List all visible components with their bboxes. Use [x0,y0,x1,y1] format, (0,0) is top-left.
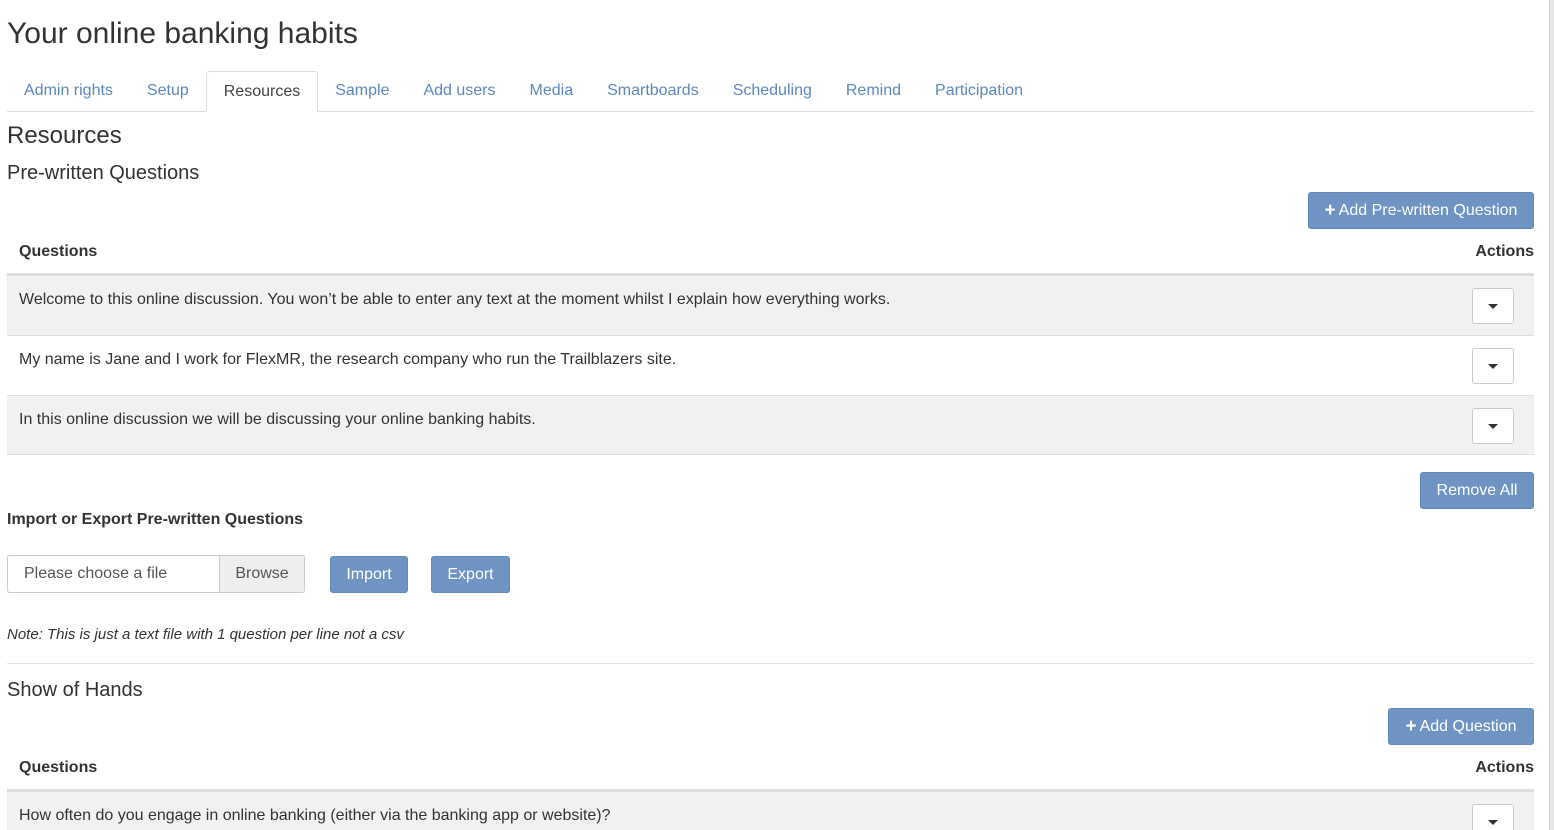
tab-setup[interactable]: Setup [130,71,206,111]
file-chooser: Browse [7,555,305,593]
row-actions-dropdown[interactable] [1472,288,1514,324]
caret-down-icon [1488,303,1498,309]
page-title: Your online banking habits [7,17,358,50]
tab-remind[interactable]: Remind [829,71,918,111]
plus-icon: + [1405,715,1417,737]
table-row: My name is Jane and I work for FlexMR, t… [7,335,1534,395]
question-text: In this online discussion we will be dis… [19,411,536,428]
import-note: Note: This is just a text file with 1 qu… [7,626,404,643]
row-actions-dropdown[interactable] [1472,408,1514,444]
table-row: How often do you engage in online bankin… [7,791,1534,830]
import-export-heading: Import or Export Pre-written Questions [7,511,304,528]
row-actions-dropdown[interactable] [1472,804,1514,830]
table-row: In this online discussion we will be dis… [7,395,1534,455]
add-question-button[interactable]: + Add Question [1388,708,1534,745]
prewritten-table-header: Questions Actions [7,231,1534,275]
question-text: My name is Jane and I work for FlexMR, t… [19,351,677,368]
tab-participation[interactable]: Participation [918,71,1040,111]
plus-icon: + [1324,199,1336,221]
question-text: Welcome to this online discussion. You w… [19,291,891,308]
tab-scheduling[interactable]: Scheduling [716,71,829,111]
caret-down-icon [1488,423,1498,429]
table-row: Welcome to this online discussion. You w… [7,275,1534,335]
page: Your online banking habits Admin rights … [0,0,1554,830]
tab-add-users[interactable]: Add users [406,71,512,111]
add-prewritten-question-button[interactable]: + Add Pre-written Question [1308,192,1534,229]
remove-all-button[interactable]: Remove All [1420,472,1534,509]
add-question-label: Add Question [1419,717,1517,735]
actions-column-header: Actions [1475,243,1534,260]
caret-down-icon [1488,819,1498,825]
questions-column-header: Questions [19,759,98,776]
tab-smartboards[interactable]: Smartboards [590,71,716,111]
show-of-hands-table-header: Questions Actions [7,747,1534,791]
show-of-hands-heading: Show of Hands [7,679,143,701]
question-text: How often do you engage in online bankin… [19,807,611,824]
questions-column-header: Questions [19,243,98,260]
add-prewritten-question-label: Add Pre-written Question [1338,201,1518,219]
section-divider [7,663,1534,664]
tab-resources[interactable]: Resources [205,71,319,112]
export-button[interactable]: Export [431,556,510,593]
prewritten-questions-heading: Pre-written Questions [7,162,200,184]
actions-column-header: Actions [1475,759,1534,776]
caret-down-icon [1488,363,1498,369]
tab-bar: Admin rights Setup Resources Sample Add … [7,71,1534,112]
browse-button[interactable]: Browse [219,555,305,593]
row-actions-dropdown[interactable] [1472,348,1514,384]
import-button[interactable]: Import [330,556,408,593]
resources-heading: Resources [7,122,122,149]
file-path-input[interactable] [7,555,219,593]
tab-admin-rights[interactable]: Admin rights [7,71,130,111]
tab-media[interactable]: Media [513,71,591,111]
scrollbar[interactable] [1549,0,1554,830]
tab-sample[interactable]: Sample [318,71,406,111]
